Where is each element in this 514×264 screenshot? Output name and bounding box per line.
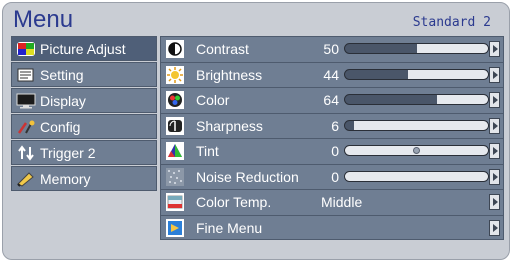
- sidebar-item-label: Memory: [40, 170, 91, 187]
- color-slider[interactable]: [344, 94, 489, 105]
- color-icon: [166, 91, 184, 109]
- chevron-right-icon[interactable]: [489, 219, 500, 236]
- color-temp-icon: [166, 193, 184, 211]
- setting-label: Brightness: [196, 66, 263, 83]
- setting-label: Fine Menu: [196, 219, 263, 236]
- osd-panel: Menu Standard 2 Picture Adjust Setting D…: [2, 2, 510, 260]
- row-sharpness[interactable]: Sharpness 6: [160, 112, 504, 138]
- setting-value: 50: [323, 41, 339, 57]
- slider-fill: [345, 171, 488, 181]
- row-tint[interactable]: Tint 0: [160, 138, 504, 164]
- picture-adjust-icon: [15, 40, 37, 57]
- sidebar-item-label: Picture Adjust: [40, 40, 126, 57]
- row-contrast[interactable]: Contrast 50: [160, 36, 504, 62]
- tint-icon: [166, 142, 184, 160]
- chevron-right-icon[interactable]: [489, 66, 500, 83]
- sharpness-slider[interactable]: [344, 119, 489, 131]
- row-noise-reduction[interactable]: Noise Reduction 0: [160, 163, 504, 189]
- chevron-right-icon[interactable]: [489, 117, 500, 134]
- setting-label: Noise Reduction: [196, 168, 299, 185]
- slider-fill: [436, 95, 488, 104]
- sidebar-item-trigger[interactable]: Trigger 2: [11, 140, 157, 165]
- contrast-slider[interactable]: [344, 43, 489, 54]
- setting-value: 0: [331, 168, 339, 185]
- settings-list: Contrast 50 Brightness 44 Color 64 Sharp…: [160, 36, 504, 240]
- row-color-temp[interactable]: Color Temp. Middle: [160, 189, 504, 215]
- setting-value: 64: [323, 92, 339, 108]
- brightness-icon: [166, 65, 184, 84]
- sidebar-item-memory[interactable]: Memory: [11, 166, 157, 191]
- menu-title: Menu: [13, 6, 74, 33]
- tint-slider[interactable]: [344, 145, 489, 156]
- picture-mode-label: Standard 2: [412, 15, 491, 30]
- config-icon: [15, 118, 37, 135]
- trigger-icon: [15, 144, 37, 161]
- setting-value: 0: [331, 143, 339, 159]
- setting-label: Color Temp.: [196, 194, 272, 210]
- sidebar-item-label: Trigger 2: [40, 144, 96, 161]
- memory-icon: [15, 170, 37, 187]
- sidebar-item-label: Display: [40, 92, 86, 109]
- sidebar-item-label: Setting: [40, 66, 84, 83]
- chevron-right-icon[interactable]: [489, 92, 500, 108]
- setting-value: 44: [323, 66, 339, 83]
- sharpness-icon: [166, 116, 184, 135]
- setting-icon: [15, 66, 37, 83]
- row-brightness[interactable]: Brightness 44: [160, 61, 504, 87]
- brightness-slider[interactable]: [344, 68, 489, 80]
- sidebar-item-display[interactable]: Display: [11, 88, 157, 113]
- sidebar: Picture Adjust Setting Display Config Tr…: [11, 36, 157, 192]
- sidebar-item-config[interactable]: Config: [11, 114, 157, 139]
- setting-label: Color: [196, 92, 230, 108]
- row-color[interactable]: Color 64: [160, 87, 504, 113]
- slider-fill: [416, 44, 488, 53]
- chevron-right-icon[interactable]: [489, 143, 500, 159]
- contrast-icon: [166, 40, 184, 58]
- fine-menu-icon: [166, 218, 184, 237]
- chevron-right-icon[interactable]: [489, 41, 500, 57]
- slider-knob[interactable]: [412, 147, 420, 154]
- noise-reduction-slider[interactable]: [344, 170, 489, 182]
- chevron-right-icon[interactable]: [489, 194, 500, 210]
- slider-fill: [407, 69, 488, 79]
- setting-label: Tint: [196, 143, 219, 159]
- noise-reduction-icon: [166, 167, 184, 186]
- setting-value: 6: [331, 117, 339, 134]
- setting-label: Sharpness: [196, 117, 263, 134]
- display-icon: [15, 92, 37, 109]
- sidebar-item-picture-adjust[interactable]: Picture Adjust: [11, 36, 157, 61]
- slider-fill: [353, 120, 488, 130]
- setting-label: Contrast: [196, 41, 249, 57]
- setting-value: Middle: [321, 194, 363, 210]
- chevron-right-icon[interactable]: [489, 168, 500, 185]
- sidebar-item-setting[interactable]: Setting: [11, 62, 157, 87]
- row-fine-menu[interactable]: Fine Menu: [160, 214, 504, 240]
- sidebar-item-label: Config: [40, 118, 81, 135]
